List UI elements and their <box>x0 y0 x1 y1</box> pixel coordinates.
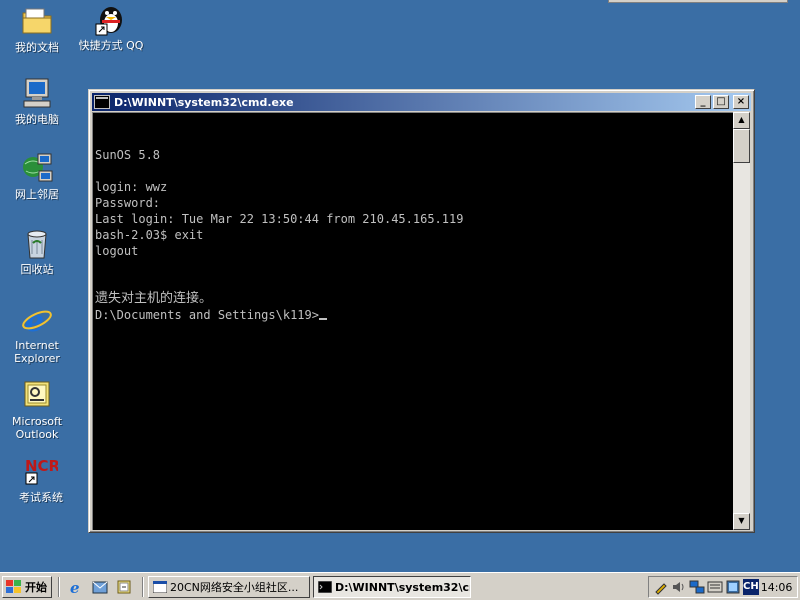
start-label: 开始 <box>25 581 47 594</box>
desktop-icon-label: 我的电脑 <box>15 113 59 126</box>
taskbar-item-browser[interactable]: 20CN网络安全小组社区... <box>148 576 310 598</box>
volume-icon[interactable] <box>671 579 687 595</box>
taskbar: 开始 e 20CN网络安全小组社区... D:\WINNT\system32\c… <box>0 572 800 600</box>
console-line: Last login: Tue Mar 22 13:50:44 from 210… <box>95 212 464 226</box>
console-window-icon <box>318 581 332 593</box>
ncr-logo-icon: NCR <box>24 454 61 488</box>
console-app-icon[interactable] <box>94 95 110 109</box>
vertical-scrollbar[interactable]: ▲ ▼ <box>733 112 750 530</box>
quicklaunch-outlook-icon[interactable] <box>92 579 108 595</box>
console-line: 遗失对主机的连接。 <box>95 291 213 306</box>
outlook-icon <box>20 378 54 412</box>
console-prompt-line[interactable]: D:\Documents and Settings\k119> <box>95 307 731 323</box>
console-line: Password: <box>95 196 161 210</box>
network-globe-icon <box>20 151 54 185</box>
network-activity-icon[interactable] <box>725 579 741 595</box>
start-button[interactable]: 开始 <box>2 576 52 598</box>
title-bar[interactable]: D:\WINNT\system32\cmd.exe _ □ × <box>92 93 751 111</box>
desktop-icon-my-documents[interactable]: 我的文档 <box>0 4 74 54</box>
input-method-icon[interactable] <box>707 579 723 595</box>
taskbar-item-cmd[interactable]: D:\WINNT\system32\cmd... <box>313 576 471 598</box>
console-prompt: D:\Documents and Settings\k119> <box>95 308 319 322</box>
console-line: logout <box>95 244 139 258</box>
desktop-icon-label: 回收站 <box>20 263 54 276</box>
language-indicator[interactable]: CH <box>743 579 759 595</box>
windows-logo-icon <box>6 580 22 594</box>
console-output[interactable]: SunOS 5.8 login: wwz Password: Last logi… <box>92 112 733 530</box>
scroll-up-arrow-icon[interactable]: ▲ <box>733 112 750 129</box>
desktop-icon-label: 我的文档 <box>15 41 59 54</box>
svg-text:e: e <box>70 579 80 595</box>
console-line: SunOS 5.8 <box>95 148 161 162</box>
desktop-icon-recycle-bin[interactable]: 回收站 <box>0 226 74 276</box>
console-line: login: wwz <box>95 180 168 194</box>
text-cursor <box>318 318 327 320</box>
desktop-icon-internet-explorer[interactable]: e Internet Explorer <box>0 302 74 365</box>
quicklaunch-desktop-icon[interactable] <box>116 579 132 595</box>
taskbar-separator <box>142 577 144 597</box>
minimize-button[interactable]: _ <box>695 95 711 109</box>
desktop-icon-label: 网上邻居 <box>15 188 59 201</box>
close-button[interactable]: × <box>733 95 749 109</box>
desktop-icon-qq-shortcut[interactable]: 快捷方式 QQ <box>74 2 148 52</box>
console-line: bash-2.03$ exit <box>95 228 204 242</box>
desktop-icon-label: Internet Explorer <box>14 339 60 365</box>
task-label: 20CN网络安全小组社区... <box>170 581 299 594</box>
svg-text:e: e <box>25 304 44 336</box>
computer-icon <box>20 76 54 110</box>
taskbar-separator <box>58 577 60 597</box>
quicklaunch-ie-icon[interactable]: e <box>68 579 84 597</box>
desktop-icon-label: 快捷方式 QQ <box>78 39 144 52</box>
svg-text:NCR: NCR <box>25 457 58 475</box>
desktop-icon-network[interactable]: 网上邻居 <box>0 151 74 201</box>
desktop-icon-label: Microsoft Outlook <box>11 415 63 441</box>
scroll-thumb[interactable] <box>733 129 750 163</box>
maximize-button[interactable]: □ <box>713 95 729 109</box>
desktop-icon-my-computer[interactable]: 我的电脑 <box>0 76 74 126</box>
internet-explorer-icon: e <box>20 302 54 339</box>
desktop-icon-label: 考试系统 <box>19 491 63 504</box>
network-connection-icon[interactable] <box>689 579 705 595</box>
qq-penguin-icon <box>94 2 128 36</box>
desktop-icon-exam-system[interactable]: NCR 考试系统 <box>4 454 78 504</box>
browser-window-icon <box>153 581 167 593</box>
background-window-edge <box>608 0 788 3</box>
desktop-icon-outlook[interactable]: Microsoft Outlook <box>0 378 74 441</box>
scroll-down-arrow-icon[interactable]: ▼ <box>733 513 750 530</box>
pen-tool-icon[interactable] <box>653 579 669 595</box>
folder-icon <box>20 4 54 38</box>
cmd-window[interactable]: D:\WINNT\system32\cmd.exe _ □ × SunOS 5.… <box>88 89 755 533</box>
system-tray: CH 14:06 <box>648 576 798 598</box>
task-label: D:\WINNT\system32\cmd... <box>335 580 470 594</box>
recycle-bin-icon <box>20 226 54 260</box>
clock[interactable]: 14:06 <box>761 581 793 594</box>
window-title: D:\WINNT\system32\cmd.exe <box>114 95 294 109</box>
